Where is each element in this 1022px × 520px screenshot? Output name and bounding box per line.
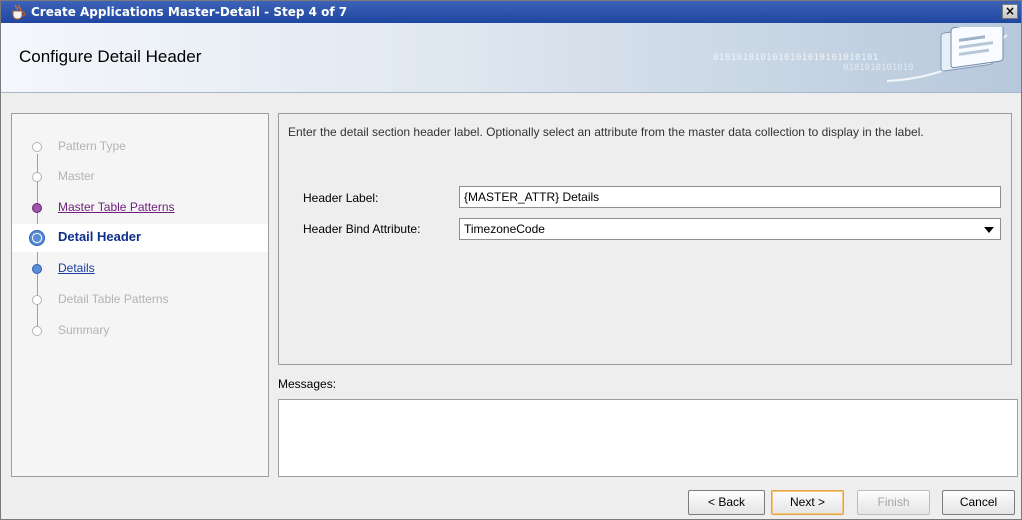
- instructions-text: Enter the detail section header label. O…: [288, 125, 924, 139]
- step-indicator-icon: [32, 203, 42, 213]
- banner-graphic-icon: [887, 27, 1008, 82]
- finish-button: Finish: [857, 490, 930, 515]
- step-indicator-icon: [32, 326, 42, 336]
- header-bind-attribute-label: Header Bind Attribute:: [303, 222, 421, 236]
- messages-area[interactable]: [278, 399, 1018, 477]
- close-icon: ×: [1004, 4, 1016, 18]
- selected-value: TimezoneCode: [464, 222, 545, 236]
- step-label[interactable]: Details: [58, 261, 95, 275]
- wizard-window: Create Applications Master-Detail - Step…: [0, 0, 1022, 520]
- step-indicator-icon: [32, 295, 42, 305]
- header-label-label: Header Label:: [303, 191, 379, 205]
- step-master-table-patterns[interactable]: Master Table Patterns: [12, 194, 268, 222]
- step-indicator-icon: [32, 172, 42, 182]
- chevron-down-icon[interactable]: [984, 227, 994, 233]
- step-detail-table-patterns: Detail Table Patterns: [12, 286, 268, 314]
- step-indicator-icon: [32, 264, 42, 274]
- messages-label: Messages:: [278, 377, 337, 391]
- window-title: Create Applications Master-Detail - Step…: [31, 5, 348, 19]
- step-indicator-icon: [32, 142, 42, 152]
- banner-binary-text: 0101010101010101010101010101: [713, 53, 879, 63]
- next-button[interactable]: Next >: [771, 490, 844, 515]
- page-title: Configure Detail Header: [19, 47, 202, 66]
- wizard-banner: Configure Detail Header 0101010101010101…: [1, 23, 1021, 93]
- wizard-steps-panel: Pattern Type Master Master Table Pattern…: [11, 113, 269, 477]
- step-label: Master: [58, 169, 95, 183]
- step-label: Detail Header: [58, 229, 142, 244]
- current-step-icon: [29, 230, 45, 246]
- cancel-button[interactable]: Cancel: [942, 490, 1015, 515]
- step-master: Master: [12, 163, 268, 191]
- title-bar[interactable]: Create Applications Master-Detail - Step…: [1, 1, 1021, 23]
- step-details[interactable]: Details: [12, 255, 268, 283]
- step-summary: Summary: [12, 317, 268, 345]
- step-label[interactable]: Master Table Patterns: [58, 200, 175, 214]
- step-pattern-type: Pattern Type: [12, 133, 268, 161]
- header-label-input[interactable]: {MASTER_ATTR} Details: [459, 186, 1001, 208]
- close-button[interactable]: ×: [1002, 4, 1018, 19]
- back-button[interactable]: < Back: [688, 490, 765, 515]
- detail-header-form: Enter the detail section header label. O…: [278, 113, 1012, 365]
- step-label: Pattern Type: [58, 139, 126, 153]
- step-label: Detail Table Patterns: [58, 292, 169, 306]
- step-detail-header: Detail Header: [12, 224, 268, 252]
- java-cup-icon: [12, 4, 26, 20]
- header-bind-attribute-select[interactable]: TimezoneCode: [459, 218, 1001, 240]
- step-label: Summary: [58, 323, 110, 337]
